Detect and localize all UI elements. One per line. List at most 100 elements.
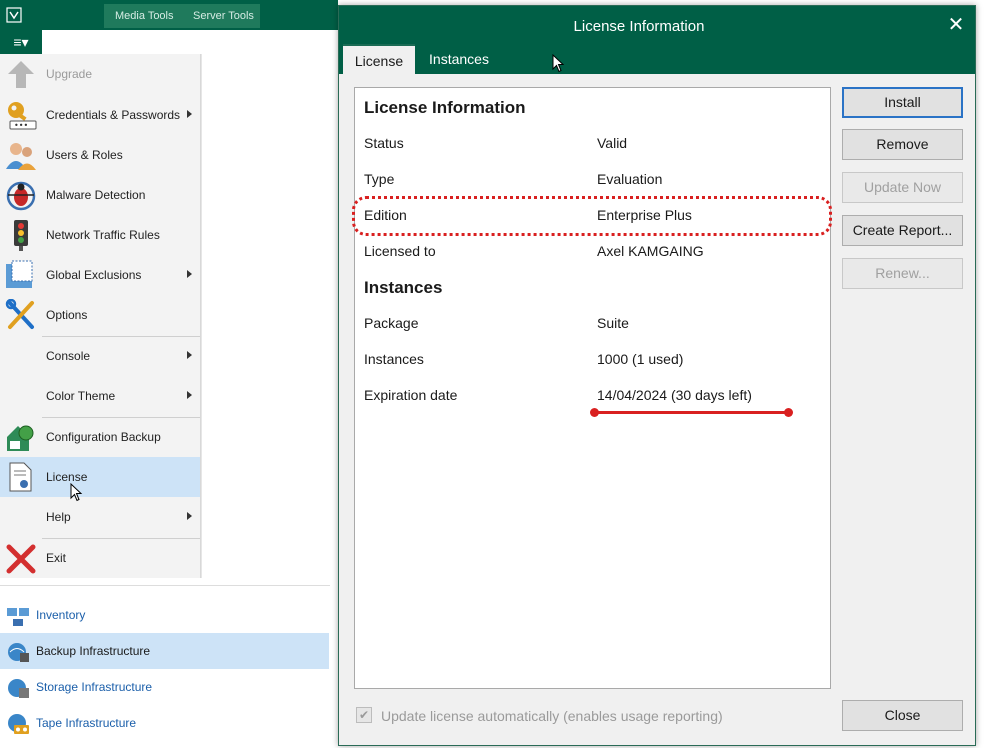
menu-item-label: Users & Roles — [46, 148, 123, 162]
submenu-arrow-icon — [187, 351, 192, 359]
annotation-dot — [784, 408, 793, 417]
menu-item-options[interactable]: Options — [0, 295, 200, 335]
upgrade-arrow-icon — [8, 61, 34, 88]
row-key-licensed-to: Licensed to — [364, 243, 436, 259]
storage-infrastructure-icon — [8, 679, 29, 698]
nav-item-inventory[interactable]: Inventory — [0, 597, 329, 633]
backup-infrastructure-icon — [8, 643, 29, 662]
submenu-area — [201, 54, 330, 578]
submenu-arrow-icon — [187, 391, 192, 399]
tab-instances[interactable]: Instances — [419, 44, 499, 74]
row-key-type: Type — [364, 171, 395, 187]
tools-icon — [5, 299, 34, 329]
renew-button[interactable]: Renew... — [842, 258, 963, 289]
main-menu: Upgrade ••• Credentials & Passwords User… — [0, 54, 201, 578]
mouse-cursor-icon — [70, 483, 83, 502]
app-titlebar: Media Tools Server Tools — [0, 0, 338, 30]
menu-item-credentials[interactable]: ••• Credentials & Passwords — [0, 95, 200, 135]
remove-button[interactable]: Remove — [842, 129, 963, 160]
nav-item-backup-infrastructure[interactable]: Backup Infrastructure — [0, 633, 329, 669]
menu-item-configuration-backup[interactable]: Configuration Backup — [0, 417, 200, 457]
submenu-arrow-icon — [187, 512, 192, 520]
section-heading-license: License Information — [364, 98, 526, 117]
edition-highlight-annotation — [352, 196, 832, 236]
nav-item-tape-infrastructure[interactable]: Tape Infrastructure — [0, 705, 329, 741]
menu-item-label: Network Traffic Rules — [46, 228, 160, 242]
menu-item-label: Global Exclusions — [46, 268, 142, 282]
menu-item-exit[interactable]: Exit — [0, 538, 200, 578]
license-dialog: License Information ✕ License Instances … — [338, 5, 976, 746]
row-value-expiration-date: 14/04/2024 (30 days left) — [597, 387, 752, 403]
nav-item-label: Inventory — [36, 608, 86, 622]
menu-item-label: Configuration Backup — [46, 430, 161, 444]
row-value-type: Evaluation — [597, 171, 663, 187]
bug-icon — [6, 181, 36, 211]
install-button[interactable]: Install — [842, 87, 963, 118]
tape-infrastructure-icon — [8, 714, 29, 734]
menu-item-label: Exit — [46, 551, 67, 565]
row-key-status: Status — [364, 135, 404, 151]
row-key-expiration-date: Expiration date — [364, 387, 458, 403]
license-info-panel: License Information Status Valid Type Ev… — [354, 87, 831, 689]
section-heading-instances: Instances — [364, 278, 443, 297]
tab-license[interactable]: License — [343, 44, 415, 74]
create-report-button[interactable]: Create Report... — [842, 215, 963, 246]
menu-item-upgrade[interactable]: Upgrade — [0, 54, 200, 94]
nav-item-label: Backup Infrastructure — [36, 644, 151, 658]
row-value-instances: 1000 (1 used) — [597, 351, 684, 367]
menu-item-label: Upgrade — [46, 67, 93, 81]
exit-x-icon — [6, 544, 36, 574]
row-value-package: Suite — [597, 315, 629, 331]
traffic-light-icon — [14, 220, 28, 251]
menu-item-label: Color Theme — [46, 389, 116, 403]
menu-item-malware-detection[interactable]: Malware Detection — [0, 175, 200, 215]
nav-item-label: Tape Infrastructure — [36, 716, 137, 730]
ribbon-tab-group: Media Tools Server Tools — [104, 4, 260, 28]
menu-item-license[interactable]: License — [0, 457, 200, 497]
dialog-titlebar: License Information ✕ — [339, 6, 975, 44]
app-logo-icon — [6, 7, 22, 23]
submenu-arrow-icon — [187, 110, 192, 118]
nav-item-storage-infrastructure[interactable]: Storage Infrastructure — [0, 669, 329, 705]
users-icon — [6, 143, 36, 170]
submenu-arrow-icon — [187, 270, 192, 278]
license-icon — [9, 462, 32, 492]
mouse-cursor-icon — [552, 54, 565, 73]
expiration-underline-annotation — [594, 411, 790, 414]
menu-item-label: Console — [46, 349, 91, 363]
menu-item-label: License — [46, 470, 88, 484]
key-icon: ••• — [8, 102, 37, 130]
main-menu-button[interactable]: ≡▾ — [0, 30, 42, 54]
dialog-tab-bar: License Instances — [339, 44, 975, 74]
exclusions-icon — [6, 260, 33, 288]
inventory-icon — [7, 608, 29, 626]
row-value-licensed-to: Axel KAMGAING — [597, 243, 704, 259]
menu-item-users-roles[interactable]: Users & Roles — [0, 135, 200, 175]
main-window: Media Tools Server Tools ≡▾ Upgrade ••• … — [0, 0, 338, 748]
close-button[interactable]: Close — [842, 700, 963, 731]
menu-item-label: Credentials & Passwords — [46, 108, 181, 122]
menu-item-label: Options — [46, 308, 88, 322]
update-now-button[interactable]: Update Now — [842, 172, 963, 203]
close-icon[interactable]: ✕ — [945, 14, 967, 36]
menu-item-label: Malware Detection — [46, 188, 146, 202]
ribbon-tab-server-tools[interactable]: Server Tools — [193, 10, 254, 22]
menu-item-help[interactable]: Help — [0, 497, 200, 537]
row-key-instances: Instances — [364, 351, 424, 367]
menu-item-network-traffic-rules[interactable]: Network Traffic Rules — [0, 215, 200, 255]
svg-text:•••: ••• — [14, 121, 28, 130]
row-key-package: Package — [364, 315, 419, 331]
navigation-pane: Inventory Backup Infrastructure Storage … — [0, 585, 330, 748]
menu-item-label: Help — [46, 510, 71, 524]
annotation-dot — [590, 408, 599, 417]
auto-update-label: Update license automatically (enables us… — [381, 708, 723, 724]
menu-item-console[interactable]: Console — [0, 336, 200, 376]
config-backup-icon — [7, 425, 34, 451]
menu-item-global-exclusions[interactable]: Global Exclusions — [0, 255, 200, 295]
row-value-status: Valid — [597, 135, 628, 151]
dialog-title: License Information — [573, 18, 705, 35]
menu-item-color-theme[interactable]: Color Theme — [0, 376, 200, 416]
ribbon-tab-media-tools[interactable]: Media Tools — [115, 10, 174, 22]
nav-item-label: Storage Infrastructure — [36, 680, 153, 694]
auto-update-checkbox[interactable]: ✔ — [356, 707, 372, 723]
